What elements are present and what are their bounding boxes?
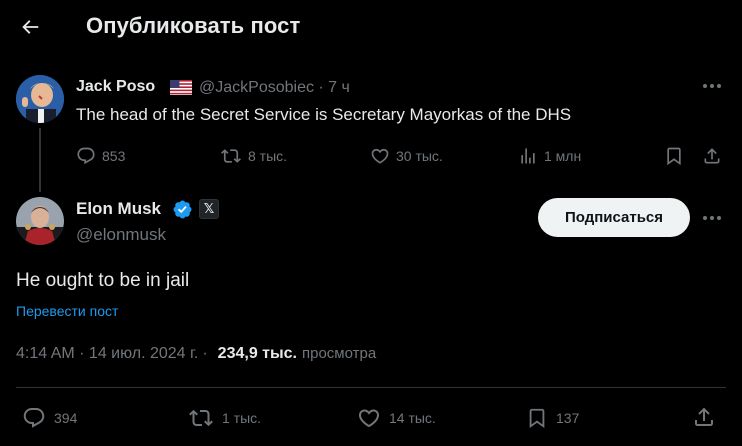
quoted-share-button[interactable] — [702, 145, 722, 167]
post-views-count: 234,9 тыс. — [217, 345, 297, 362]
separator-dot: · — [202, 345, 208, 362]
avatar-elon-musk[interactable] — [16, 197, 64, 245]
quoted-bookmark-button[interactable] — [664, 145, 684, 167]
analytics-icon — [518, 146, 538, 166]
like-button[interactable]: 14 тыс. — [357, 405, 436, 431]
reply-icon — [22, 406, 46, 430]
post-author-handle[interactable]: @elonmusk — [76, 225, 166, 245]
heart-icon — [370, 146, 390, 166]
like-count: 14 тыс. — [389, 410, 436, 426]
avatar-jack-poso[interactable] — [16, 75, 64, 123]
repost-count: 1 тыс. — [222, 410, 262, 426]
repost-icon — [220, 146, 242, 166]
quoted-views-count: 1 млн — [544, 148, 582, 164]
post-author-name[interactable]: Elon Musk — [76, 199, 161, 219]
quoted-handle-time[interactable]: @JackPosobiec · 7 ч — [199, 79, 350, 97]
us-flag-icon — [170, 80, 192, 95]
bookmark-button[interactable]: 137 — [526, 405, 579, 431]
post-text: He ought to be in jail — [16, 270, 190, 291]
translate-post-link[interactable]: Перевести пост — [16, 303, 118, 319]
quoted-views-button[interactable]: 1 млн — [518, 145, 581, 167]
quoted-post-text: The head of the Secret Service is Secret… — [76, 105, 572, 124]
quoted-reply-button[interactable]: 853 — [76, 145, 125, 167]
bookmark-icon — [664, 145, 684, 167]
bookmark-count: 137 — [556, 410, 580, 426]
thread-line — [39, 128, 41, 192]
quoted-more-button[interactable] — [700, 76, 724, 96]
top-bar: Опубликовать пост — [0, 0, 742, 54]
x-affiliation-badge-icon[interactable]: 𝕏 — [199, 199, 219, 219]
quoted-like-count: 30 тыс. — [396, 148, 443, 164]
reply-icon — [76, 146, 96, 166]
verified-badge-icon[interactable] — [172, 199, 193, 220]
post-more-button[interactable] — [700, 208, 724, 228]
reply-count: 394 — [54, 410, 78, 426]
repost-icon — [188, 406, 214, 430]
share-button[interactable] — [692, 405, 716, 429]
page-title: Опубликовать пост — [86, 13, 301, 38]
repost-button[interactable]: 1 тыс. — [188, 405, 261, 431]
divider — [16, 387, 726, 388]
post-views-label: просмотра — [302, 345, 377, 362]
more-horizontal-icon — [702, 215, 722, 221]
bookmark-icon — [526, 406, 548, 430]
more-horizontal-icon — [702, 83, 722, 89]
post-metadata: 4:14 AM · 14 июл. 2024 г. · 234,9 тыс. п… — [16, 345, 376, 363]
post-timestamp[interactable]: 4:14 AM · 14 июл. 2024 г. — [16, 345, 198, 363]
heart-icon — [357, 406, 381, 430]
quoted-reply-count: 853 — [102, 148, 126, 164]
share-icon — [692, 405, 716, 429]
arrow-left-icon — [19, 16, 41, 38]
quoted-repost-count: 8 тыс. — [248, 148, 288, 164]
back-button[interactable] — [12, 9, 48, 45]
quoted-author-name[interactable]: Jack Poso — [76, 78, 155, 96]
share-icon — [702, 145, 722, 167]
subscribe-button[interactable]: Подписаться — [538, 198, 690, 237]
quoted-like-button[interactable]: 30 тыс. — [370, 145, 443, 167]
quoted-repost-button[interactable]: 8 тыс. — [220, 145, 287, 167]
reply-button[interactable]: 394 — [22, 405, 77, 431]
